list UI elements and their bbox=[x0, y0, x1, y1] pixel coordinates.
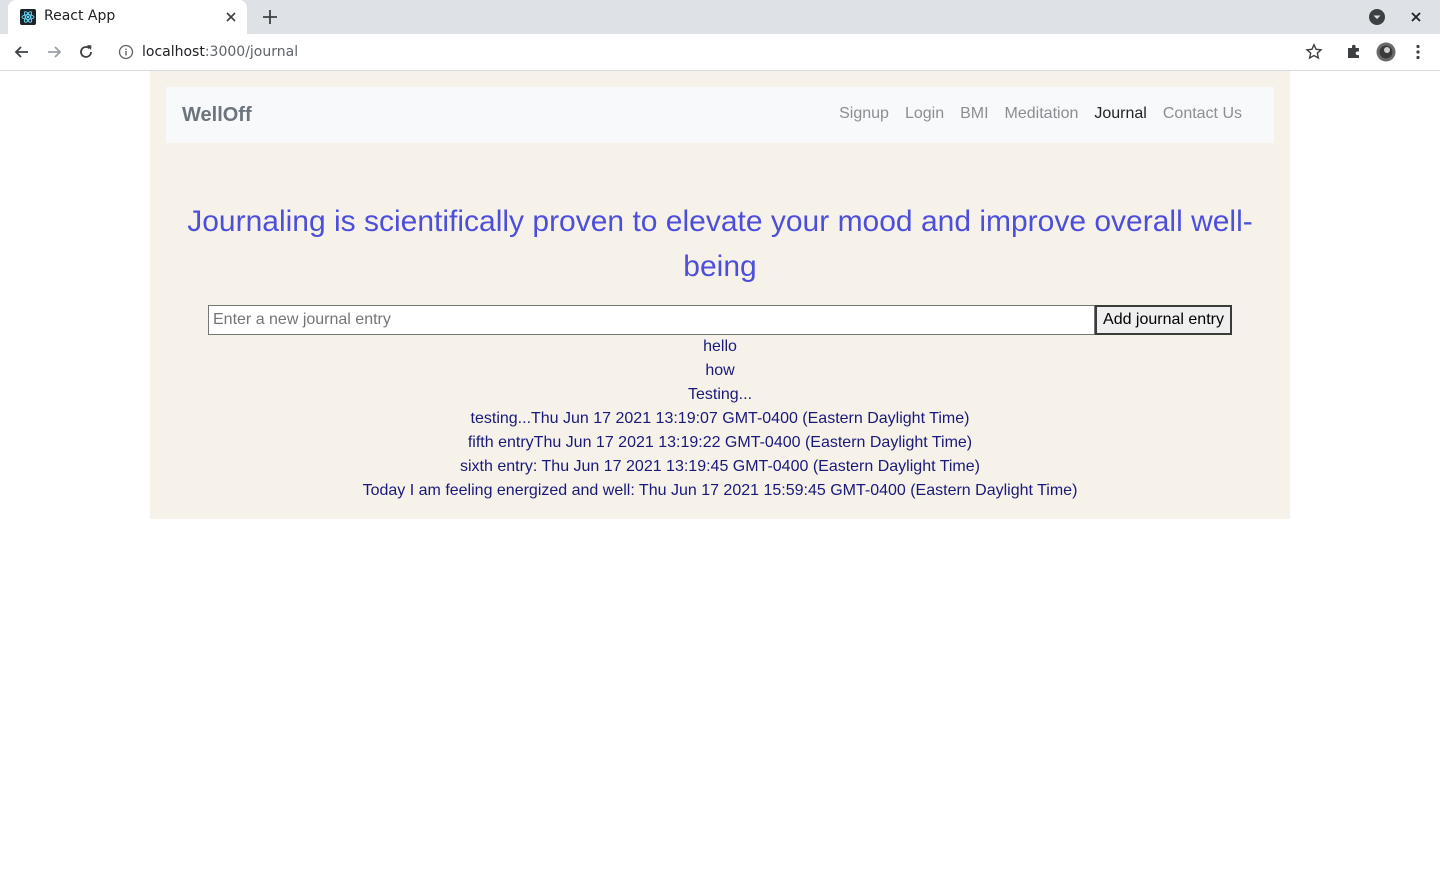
journal-entry: testing...Thu Jun 17 2021 13:19:07 GMT-0… bbox=[470, 410, 970, 427]
nav-link-contact-us[interactable]: Contact Us bbox=[1155, 105, 1250, 123]
journal-entry: hello bbox=[703, 338, 737, 355]
nav-links: Signup Login BMI Meditation Journal Cont… bbox=[831, 105, 1250, 123]
journal-entry-form: Add journal entry bbox=[208, 305, 1232, 335]
react-favicon-icon bbox=[20, 9, 36, 25]
journal-page: WellOff Signup Login BMI Meditation Jour… bbox=[150, 71, 1290, 519]
extensions-puzzle-icon[interactable] bbox=[1344, 42, 1364, 62]
nav-link-signup[interactable]: Signup bbox=[831, 105, 897, 123]
address-bar[interactable]: localhost:3000/journal bbox=[108, 36, 1338, 68]
nav-link-bmi[interactable]: BMI bbox=[952, 105, 996, 123]
window-close-icon[interactable] bbox=[1408, 9, 1424, 25]
journal-entry: Testing... bbox=[687, 386, 753, 403]
url-text: localhost:3000/journal bbox=[142, 44, 299, 60]
site-info-icon[interactable] bbox=[118, 44, 134, 60]
tab-title: React App bbox=[44, 8, 116, 24]
tab-search-dropdown-icon[interactable] bbox=[1368, 8, 1386, 26]
browser-tab[interactable]: React App bbox=[8, 0, 247, 34]
nav-link-journal[interactable]: Journal bbox=[1086, 105, 1154, 123]
journal-entry-list: hello how Testing... testing...Thu Jun 1… bbox=[150, 335, 1290, 503]
back-arrow-icon[interactable] bbox=[12, 42, 32, 62]
profile-avatar-icon[interactable] bbox=[1376, 42, 1396, 62]
close-tab-icon[interactable] bbox=[223, 9, 239, 25]
bookmark-star-icon[interactable] bbox=[1304, 42, 1324, 62]
journal-entry: Today I am feeling energized and well: T… bbox=[362, 482, 1078, 499]
journal-entry: sixth entry: Thu Jun 17 2021 13:19:45 GM… bbox=[460, 458, 980, 475]
page-headline: Journaling is scientifically proven to e… bbox=[187, 205, 1253, 283]
nav-link-login[interactable]: Login bbox=[897, 105, 952, 123]
nav-link-meditation[interactable]: Meditation bbox=[997, 105, 1087, 123]
browser-toolbar: localhost:3000/journal bbox=[0, 34, 1440, 71]
journal-entry: fifth entryThu Jun 17 2021 13:19:22 GMT-… bbox=[467, 434, 973, 451]
add-journal-entry-button[interactable]: Add journal entry bbox=[1095, 305, 1232, 335]
browser-tab-strip: React App bbox=[0, 0, 1440, 34]
reload-icon[interactable] bbox=[76, 42, 96, 62]
browser-menu-icon[interactable] bbox=[1408, 42, 1428, 62]
journal-entry: how bbox=[705, 362, 735, 379]
new-tab-icon[interactable] bbox=[260, 7, 280, 27]
journal-entry-input[interactable] bbox=[208, 305, 1095, 335]
forward-arrow-icon[interactable] bbox=[44, 42, 64, 62]
navbar: WellOff Signup Login BMI Meditation Jour… bbox=[166, 87, 1274, 143]
brand-logo[interactable]: WellOff bbox=[182, 104, 252, 127]
